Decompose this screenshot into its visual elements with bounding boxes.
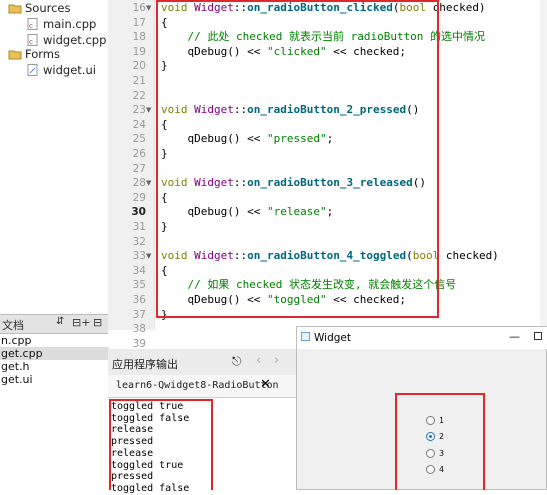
- line-number: 22: [132, 89, 146, 102]
- line-number: 18: [132, 31, 146, 44]
- open-doc-item[interactable]: get.h: [0, 360, 109, 373]
- line-number: 28: [132, 177, 146, 190]
- line-number: 17: [132, 16, 146, 29]
- line-number: 32: [132, 235, 146, 248]
- folder-forms-icon: [8, 48, 22, 60]
- line-number: 20: [132, 60, 146, 73]
- radio-label: 4: [439, 465, 445, 474]
- highlight-box-output: [109, 399, 213, 490]
- split-icon[interactable]: ⊟+: [72, 316, 90, 329]
- maximize-icon[interactable]: [534, 332, 542, 340]
- open-documents-title: 文档: [2, 319, 24, 332]
- radio-label: 1: [439, 415, 445, 425]
- fold-arrow-icon[interactable]: ▼: [146, 106, 151, 114]
- sort-arrows-icon[interactable]: ⇵: [56, 316, 64, 327]
- open-doc-item[interactable]: n.cpp: [0, 334, 109, 347]
- open-documents-header: 文档 ⇵ ⊟+ ⊟: [0, 314, 108, 334]
- line-number: 21: [132, 75, 146, 87]
- close-pane-icon[interactable]: ⊟: [93, 316, 102, 329]
- line-number: 29: [132, 191, 146, 204]
- highlight-box-code: [156, 0, 439, 318]
- tree-item-forms[interactable]: Forms: [8, 46, 60, 62]
- window-app-icon: [301, 332, 310, 341]
- cpp-file-icon: c: [26, 34, 40, 46]
- radio-button-2[interactable]: 2: [426, 431, 444, 443]
- next-arrow-icon[interactable]: ›: [274, 353, 279, 368]
- svg-text:c: c: [29, 38, 33, 46]
- tree-item-widget-ui[interactable]: widget.ui: [26, 62, 96, 78]
- line-number: 36: [132, 294, 146, 306]
- radio-circle-icon[interactable]: [426, 432, 435, 441]
- radio-label: 2: [439, 432, 445, 441]
- tree-item-main-cpp[interactable]: c main.cpp: [26, 16, 96, 32]
- radio-circle-icon[interactable]: [426, 465, 435, 474]
- line-number: 33: [132, 250, 146, 263]
- radio-circle-icon[interactable]: [426, 448, 435, 458]
- radio-button-1[interactable]: 1: [426, 414, 444, 426]
- open-doc-item[interactable]: get.ui: [0, 373, 109, 386]
- editor-scrollbar[interactable]: [540, 0, 547, 330]
- line-number: 26: [132, 148, 146, 160]
- folder-sources-icon: [8, 2, 22, 14]
- widget-title: Widget: [314, 332, 351, 344]
- ui-file-icon: [26, 64, 40, 76]
- line-number: 37: [132, 308, 146, 321]
- fold-arrow-icon[interactable]: ▼: [146, 252, 151, 260]
- line-number: 16: [132, 2, 146, 14]
- output-titlebar: 应用程序输出 ⎋ ‹ ›: [108, 349, 296, 376]
- fold-arrow-icon[interactable]: ▼: [146, 179, 151, 187]
- line-number: 31: [132, 221, 146, 233]
- line-number: 25: [132, 133, 146, 146]
- line-number: 34: [132, 264, 146, 277]
- line-number: 38: [132, 323, 146, 336]
- line-number: 27: [132, 162, 146, 175]
- prev-arrow-icon[interactable]: ‹: [256, 353, 261, 368]
- open-doc-item-active[interactable]: get.cpp: [0, 347, 109, 360]
- svg-text:c: c: [29, 22, 33, 30]
- radio-button-4[interactable]: 4: [426, 464, 444, 476]
- line-number: 35: [132, 279, 146, 292]
- line-number-gutter: 16 ▼ 17 18 19 20 21 22 23 ▼ 24 25 26 27 28 ▼ 29 30 31 32 33 ▼…: [108, 0, 155, 350]
- output-title: 应用程序输出: [112, 358, 178, 371]
- project-tree: Sources c main.cpp c widget.cpp Forms wi…: [0, 0, 108, 80]
- radio-label: 3: [439, 448, 445, 458]
- minimize-icon[interactable]: —: [509, 330, 520, 343]
- output-tab[interactable]: learn6-Qwidget8-RadioButton ✕: [108, 375, 296, 398]
- radio-button-3[interactable]: 3: [426, 447, 444, 459]
- cpp-file-icon: c: [26, 18, 40, 30]
- widget-titlebar: Widget —: [297, 327, 547, 349]
- line-number: 24: [132, 118, 146, 131]
- output-tab-label: learn6-Qwidget8-RadioButton: [116, 380, 279, 391]
- tree-item-sources[interactable]: Sources: [8, 0, 71, 16]
- line-number: 19: [132, 45, 146, 58]
- clear-output-icon[interactable]: ⎋: [232, 354, 242, 369]
- fold-arrow-icon[interactable]: ▼: [146, 4, 151, 12]
- radio-circle-icon[interactable]: [426, 415, 435, 425]
- line-number: 30: [131, 206, 146, 219]
- close-tab-icon[interactable]: ✕: [260, 377, 271, 392]
- line-number: 23: [132, 104, 146, 117]
